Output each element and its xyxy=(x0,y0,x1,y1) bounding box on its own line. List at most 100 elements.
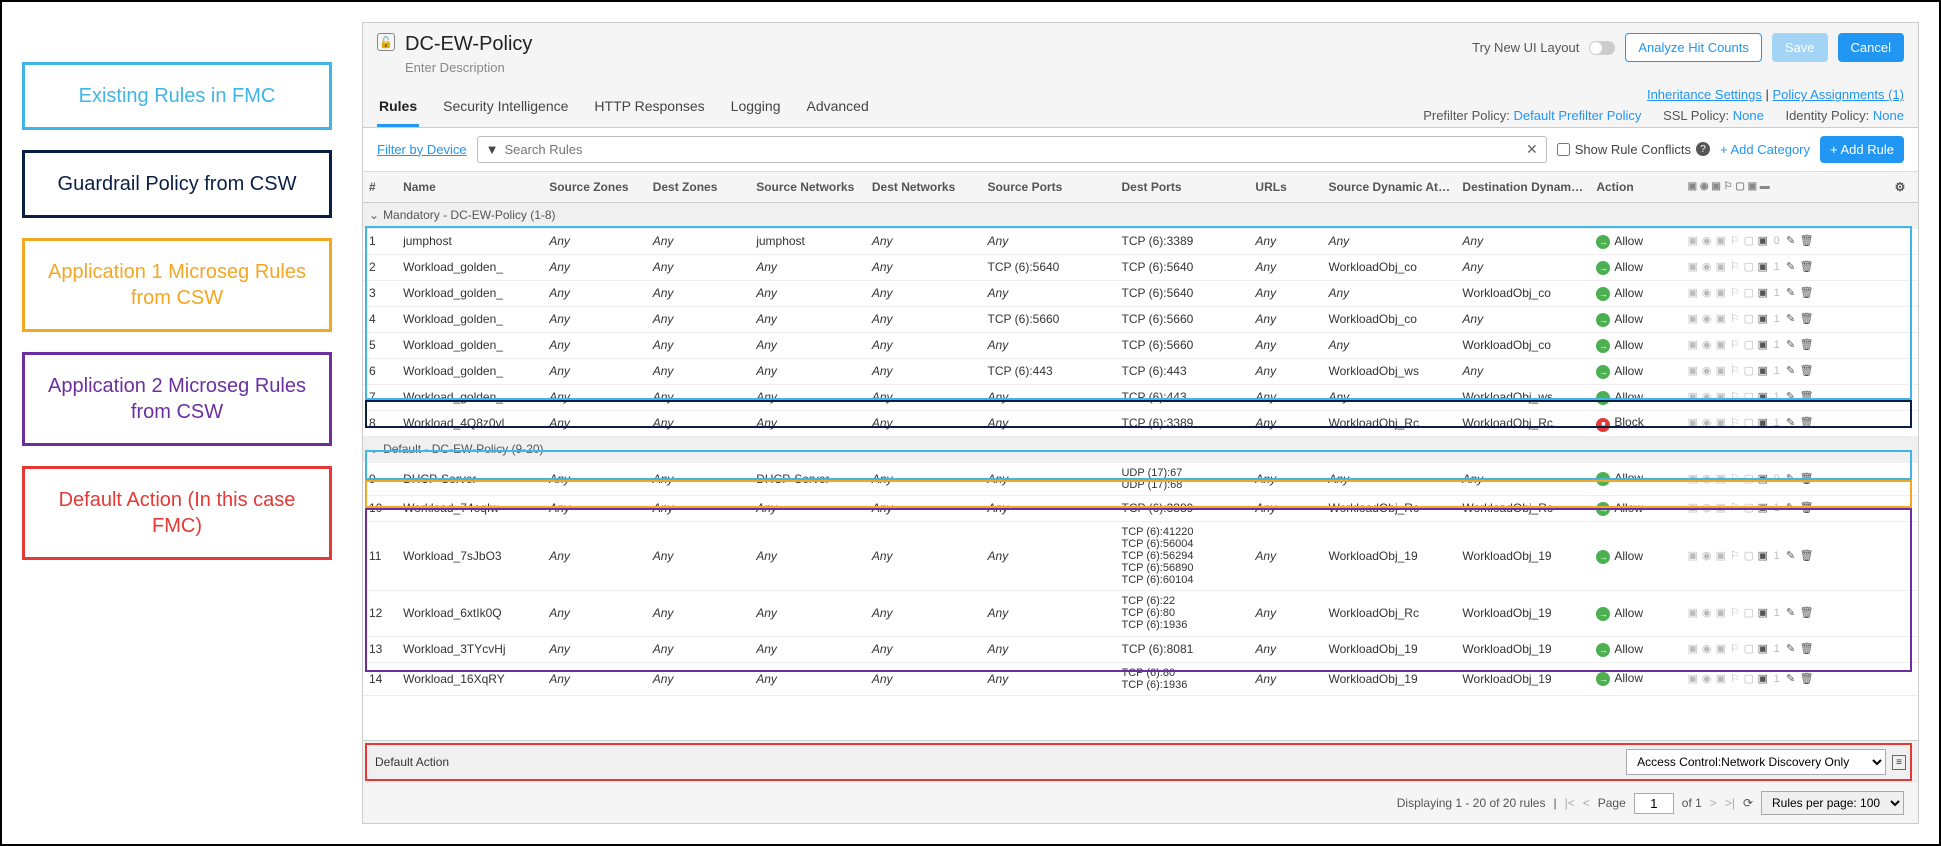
table-row[interactable]: 3Workload_golden_AnyAnyAnyAnyAnyTCP (6):… xyxy=(363,280,1918,306)
try-new-ui-toggle[interactable] xyxy=(1589,41,1615,55)
show-rule-conflicts[interactable]: Show Rule Conflicts ? xyxy=(1557,142,1710,157)
prefilter-link[interactable]: Default Prefilter Policy xyxy=(1514,108,1642,123)
table-row[interactable]: 4Workload_golden_AnyAnyAnyAnyTCP (6):566… xyxy=(363,306,1918,332)
page-first-icon[interactable]: |< xyxy=(1565,796,1575,810)
tab-rules[interactable]: Rules xyxy=(377,88,419,127)
delete-icon[interactable]: 🗑 xyxy=(1800,391,1812,403)
policy-assignments-link[interactable]: Policy Assignments (1) xyxy=(1773,87,1905,102)
policy-description[interactable]: Enter Description xyxy=(405,60,532,75)
refresh-icon[interactable]: ⟳ xyxy=(1743,796,1753,810)
table-row[interactable]: 6Workload_golden_AnyAnyAnyAnyTCP (6):443… xyxy=(363,358,1918,384)
edit-icon[interactable]: ✎ xyxy=(1786,287,1798,299)
delete-icon[interactable]: 🗑 xyxy=(1800,417,1812,429)
edit-icon[interactable]: ✎ xyxy=(1786,673,1798,685)
delete-icon[interactable]: 🗑 xyxy=(1800,643,1812,655)
log-icon[interactable]: ≡ xyxy=(1892,755,1906,770)
tab-security-intelligence[interactable]: Security Intelligence xyxy=(441,88,570,127)
delete-icon[interactable]: 🗑 xyxy=(1800,313,1812,325)
edit-icon[interactable]: ✎ xyxy=(1786,550,1798,562)
add-category-button[interactable]: + Add Category xyxy=(1720,142,1810,157)
delete-icon[interactable]: 🗑 xyxy=(1800,287,1812,299)
edit-icon[interactable]: ✎ xyxy=(1786,502,1798,514)
row-status-icons: ▣◉▣⚐▢▣1✎🗑 xyxy=(1688,339,1883,351)
ssl-link[interactable]: None xyxy=(1733,108,1764,123)
clear-search-icon[interactable]: ✕ xyxy=(1526,141,1538,158)
search-rules-input[interactable] xyxy=(504,142,1526,157)
tab-list: Rules Security Intelligence HTTP Respons… xyxy=(377,88,871,127)
delete-icon[interactable]: 🗑 xyxy=(1800,473,1812,485)
legend-guardrail: Guardrail Policy from CSW xyxy=(22,150,332,218)
table-row[interactable]: 2Workload_golden_AnyAnyAnyAnyTCP (6):564… xyxy=(363,254,1918,280)
add-rule-button[interactable]: + Add Rule xyxy=(1820,136,1904,163)
table-row[interactable]: 10Workload_74oqIwAnyAnyAnyAnyAnyTCP (6):… xyxy=(363,495,1918,521)
search-box[interactable]: ▼ ✕ xyxy=(477,136,1547,163)
gear-icon[interactable]: ⚙ xyxy=(1895,180,1906,194)
delete-icon[interactable]: 🗑 xyxy=(1800,365,1812,377)
edit-icon[interactable]: ✎ xyxy=(1786,313,1798,325)
edit-icon[interactable]: ✎ xyxy=(1786,391,1798,403)
table-row[interactable]: 5Workload_golden_AnyAnyAnyAnyAnyTCP (6):… xyxy=(363,332,1918,358)
table-row[interactable]: 9DHCP-ServerAnyAnyDHCP-ServerAnyAnyUDP (… xyxy=(363,462,1918,495)
tab-advanced[interactable]: Advanced xyxy=(804,88,870,127)
identity-label: Identity Policy: xyxy=(1785,108,1869,123)
save-button[interactable]: Save xyxy=(1772,33,1828,62)
page-last-icon[interactable]: >| xyxy=(1725,796,1735,810)
tab-http-responses[interactable]: HTTP Responses xyxy=(592,88,706,127)
edit-icon[interactable]: ✎ xyxy=(1786,339,1798,351)
edit-icon[interactable]: ✎ xyxy=(1786,365,1798,377)
col-dst-dyn: Destination Dynamic Attributes xyxy=(1456,172,1590,203)
table-row[interactable]: 13Workload_3TYcvHjAnyAnyAnyAnyAnyTCP (6)… xyxy=(363,636,1918,662)
delete-icon[interactable]: 🗑 xyxy=(1800,502,1812,514)
prefilter-label: Prefilter Policy: xyxy=(1423,108,1510,123)
ssl-label: SSL Policy: xyxy=(1663,108,1729,123)
edit-icon[interactable]: ✎ xyxy=(1786,235,1798,247)
col-action: Action xyxy=(1590,172,1681,203)
delete-icon[interactable]: 🗑 xyxy=(1800,235,1812,247)
table-row[interactable]: 11Workload_7sJbO3AnyAnyAnyAnyAnyTCP (6):… xyxy=(363,521,1918,590)
edit-icon[interactable]: ✎ xyxy=(1786,607,1798,619)
try-new-ui-label: Try New UI Layout xyxy=(1472,40,1579,55)
page-input[interactable] xyxy=(1634,793,1674,814)
page-next-icon[interactable]: > xyxy=(1710,796,1717,810)
row-status-icons: ▣◉▣⚐▢▣1✎🗑 xyxy=(1688,313,1883,325)
table-row[interactable]: 8Workload_4Q8z0vlAnyAnyAnyAnyAnyTCP (6):… xyxy=(363,410,1918,436)
delete-icon[interactable]: 🗑 xyxy=(1800,673,1812,685)
page-prev-icon[interactable]: < xyxy=(1583,796,1590,810)
col-status-icons: ▣ ◉ ▣ ⚐ ▢ ▣ ▬ xyxy=(1682,172,1889,203)
delete-icon[interactable]: 🗑 xyxy=(1800,261,1812,273)
delete-icon[interactable]: 🗑 xyxy=(1800,339,1812,351)
rules-per-page-select[interactable]: Rules per page: 100 xyxy=(1761,791,1904,815)
tab-logging[interactable]: Logging xyxy=(729,88,783,127)
table-row[interactable]: 7Workload_golden_AnyAnyAnyAnyAnyTCP (6):… xyxy=(363,384,1918,410)
filter-by-device-link[interactable]: Filter by Device xyxy=(377,142,467,157)
row-status-icons: ▣◉▣⚐▢▣1✎🗑 xyxy=(1688,673,1883,685)
section-mandatory[interactable]: ⌄Mandatory - DC-EW-Policy (1-8) xyxy=(363,202,1918,228)
show-conflicts-checkbox[interactable] xyxy=(1557,143,1570,156)
section-default[interactable]: ⌄Default - DC-EW-Policy (9-20) xyxy=(363,436,1918,462)
row-status-icons: ▣◉▣⚐▢▣0✎🗑 xyxy=(1688,473,1883,485)
row-status-icons: ▣◉▣⚐▢▣1✎🗑 xyxy=(1688,365,1883,377)
col-dst-zones: Dest Zones xyxy=(647,172,751,203)
pagination: Displaying 1 - 20 of 20 rules | |< < Pag… xyxy=(363,783,1918,823)
edit-icon[interactable]: ✎ xyxy=(1786,473,1798,485)
row-status-icons: ▣◉▣⚐▢▣1✎🗑 xyxy=(1688,261,1883,273)
edit-icon[interactable]: ✎ xyxy=(1786,417,1798,429)
row-status-icons: ▣◉▣⚐▢▣1✎🗑 xyxy=(1688,607,1883,619)
table-row[interactable]: 1jumphostAnyAnyjumphostAnyAnyTCP (6):338… xyxy=(363,228,1918,254)
delete-icon[interactable]: 🗑 xyxy=(1800,607,1812,619)
delete-icon[interactable]: 🗑 xyxy=(1800,550,1812,562)
edit-icon[interactable]: ✎ xyxy=(1786,643,1798,655)
cancel-button[interactable]: Cancel xyxy=(1838,33,1904,62)
default-action-label: Default Action xyxy=(375,755,449,769)
identity-link[interactable]: None xyxy=(1873,108,1904,123)
col-gear[interactable]: ⚙ xyxy=(1889,172,1918,203)
edit-icon[interactable]: ✎ xyxy=(1786,261,1798,273)
help-icon[interactable]: ? xyxy=(1696,142,1710,156)
default-action-select[interactable]: Access Control:Network Discovery Only xyxy=(1626,749,1886,775)
analyze-hit-counts-button[interactable]: Analyze Hit Counts xyxy=(1625,33,1762,62)
legend-existing: Existing Rules in FMC xyxy=(22,62,332,130)
toolbar: Filter by Device ▼ ✕ Show Rule Conflicts… xyxy=(363,128,1918,172)
inheritance-settings-link[interactable]: Inheritance Settings xyxy=(1647,87,1762,102)
table-row[interactable]: 12Workload_6xtIk0QAnyAnyAnyAnyAnyTCP (6)… xyxy=(363,591,1918,636)
table-row[interactable]: 14Workload_16XqRYAnyAnyAnyAnyAnyTCP (6):… xyxy=(363,662,1918,695)
